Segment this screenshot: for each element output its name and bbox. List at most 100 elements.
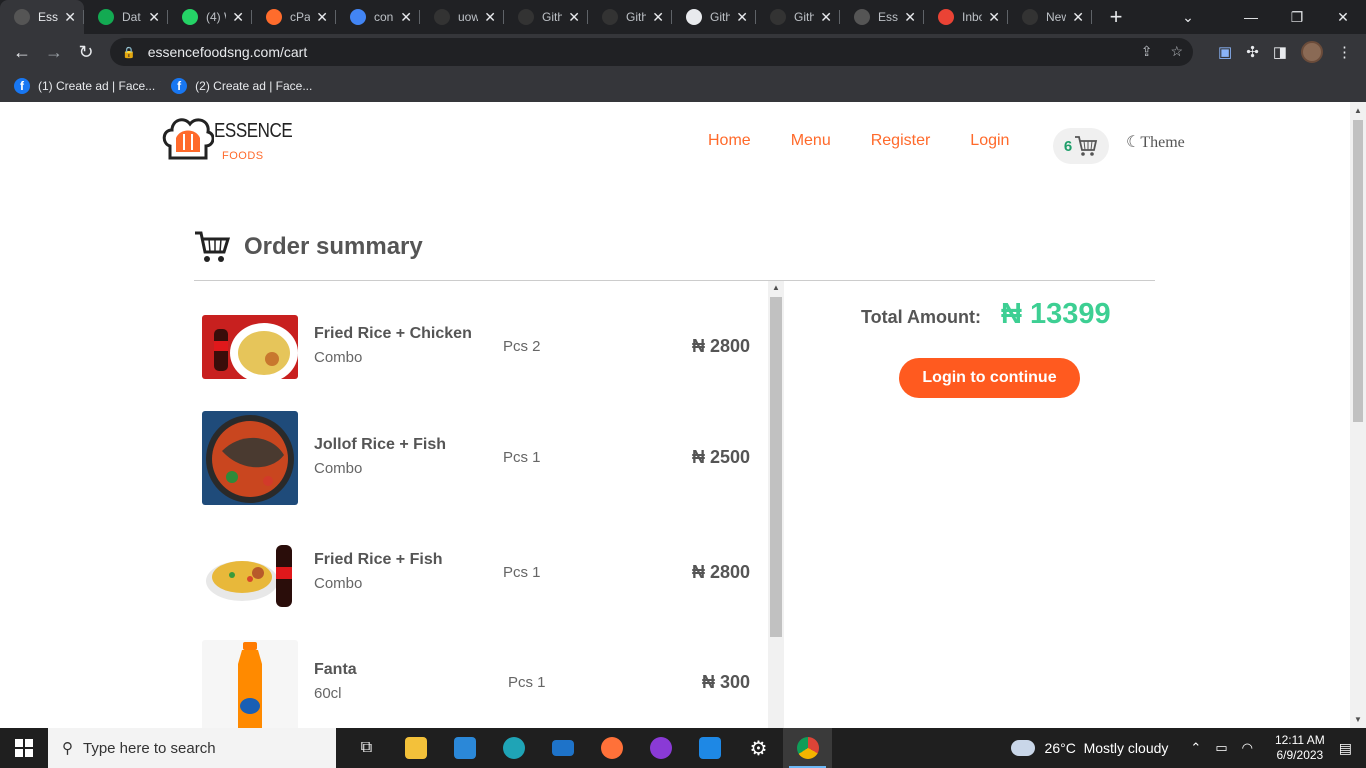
tab-title: con — [374, 10, 394, 24]
vscode-icon[interactable] — [685, 728, 734, 768]
app-icon[interactable] — [636, 728, 685, 768]
tab-close-icon[interactable]: ✕ — [820, 9, 832, 26]
item-price: ₦ 2500 — [691, 447, 750, 467]
item-name: Fanta — [314, 661, 357, 678]
restore-button[interactable]: ❐ — [1274, 9, 1320, 26]
tab-close-icon[interactable]: ✕ — [988, 9, 1000, 26]
url-text: essencefoodsng.com/cart — [147, 44, 308, 60]
chrome-icon[interactable] — [783, 728, 832, 768]
profile-avatar[interactable] — [1301, 41, 1323, 63]
mail-icon[interactable] — [538, 728, 587, 768]
cart-item: Fried Rice + Chicken Combo Pcs 2 ₦ 2800 — [202, 313, 762, 413]
task-view-icon[interactable]: ⧉ — [342, 728, 391, 768]
facebook-icon: f — [171, 78, 188, 94]
bookmark-item[interactable]: f (1) Create ad | Face... — [14, 78, 155, 94]
tab-close-icon[interactable]: ✕ — [484, 9, 496, 26]
clock[interactable]: 12:11 AM 6/9/2023 — [1275, 733, 1325, 763]
browser-tab[interactable]: New ✕ — [1008, 0, 1092, 34]
cart-icon — [1075, 136, 1098, 156]
product-image — [202, 537, 298, 609]
scroll-up-arrow-icon[interactable]: ▲ — [772, 283, 780, 292]
side-panel-icon[interactable]: ◨ — [1273, 43, 1287, 61]
tab-close-icon[interactable]: ✕ — [400, 9, 412, 26]
start-button[interactable] — [0, 728, 48, 768]
browser-tab[interactable]: Dat ✕ — [84, 0, 168, 34]
browser-tab[interactable]: Gith ✕ — [588, 0, 672, 34]
tab-favicon-icon — [350, 9, 366, 25]
tab-close-icon[interactable]: ✕ — [232, 9, 244, 26]
browser-tab[interactable]: (4) W ✕ — [168, 0, 252, 34]
minimize-button[interactable]: — — [1228, 9, 1274, 25]
tab-close-icon[interactable]: ✕ — [148, 9, 160, 26]
tab-favicon-icon — [518, 9, 534, 25]
scrollbar-thumb[interactable] — [770, 297, 782, 637]
notification-icon[interactable]: ▤ — [1339, 740, 1352, 757]
nav-register[interactable]: Register — [871, 132, 931, 150]
page-scrollbar[interactable]: ▲ ▼ — [1350, 102, 1366, 728]
tab-close-icon[interactable]: ✕ — [652, 9, 664, 26]
microsoft-store-icon[interactable] — [440, 728, 489, 768]
bookmark-star-icon[interactable]: ☆ — [1170, 43, 1183, 60]
nav-menu[interactable]: Menu — [791, 132, 831, 150]
cart-item-list[interactable]: Fried Rice + Chicken Combo Pcs 2 ₦ 2800 … — [194, 281, 784, 728]
weather-widget[interactable]: 26°C Mostly cloudy — [1006, 734, 1168, 756]
settings-gear-icon[interactable]: ⚙ — [734, 728, 783, 768]
scroll-down-arrow-icon[interactable]: ▼ — [1354, 715, 1362, 724]
browser-tab[interactable]: Gith ✕ — [672, 0, 756, 34]
lock-icon[interactable]: 🔒 — [122, 46, 136, 59]
close-window-button[interactable]: ✕ — [1320, 9, 1366, 26]
logo-subtitle: FOODS — [222, 150, 264, 162]
firefox-icon[interactable] — [587, 728, 636, 768]
search-icon: ⚲ — [62, 740, 73, 757]
tab-close-icon[interactable]: ✕ — [904, 9, 916, 26]
nav-home[interactable]: Home — [708, 132, 751, 150]
browser-tab[interactable]: Inbo ✕ — [924, 0, 1008, 34]
web-page: ESSENCE FOODS Home Menu Register Login 6… — [0, 102, 1350, 728]
clock-time: 12:11 AM — [1274, 733, 1325, 747]
reload-icon[interactable]: ↻ — [70, 42, 102, 63]
edge-icon[interactable] — [489, 728, 538, 768]
total-amount: Total Amount: ₦ 13399 — [861, 298, 1111, 331]
new-tab-button[interactable]: + — [1102, 4, 1130, 30]
tab-close-icon[interactable]: ✕ — [316, 9, 328, 26]
forward-icon[interactable]: → — [38, 42, 70, 63]
tab-close-icon[interactable]: ✕ — [64, 9, 76, 26]
tab-close-icon[interactable]: ✕ — [1072, 9, 1084, 26]
tab-close-icon[interactable]: ✕ — [736, 9, 748, 26]
nav-login[interactable]: Login — [970, 132, 1009, 150]
bookmark-item[interactable]: f (2) Create ad | Face... — [171, 78, 312, 94]
browser-tab[interactable]: Esse ✕ — [0, 0, 84, 34]
tab-search-icon[interactable]: ⌄ — [1178, 9, 1198, 26]
theme-toggle[interactable]: ☾Theme — [1126, 132, 1185, 152]
scroll-up-arrow-icon[interactable]: ▲ — [1354, 106, 1362, 115]
address-bar[interactable]: 🔒 essencefoodsng.com/cart ⇪ ☆ — [110, 38, 1193, 66]
scrollbar-thumb[interactable] — [1353, 120, 1363, 422]
cart-list-scrollbar[interactable]: ▲ — [768, 281, 784, 728]
extension-icon[interactable]: ▣ — [1218, 43, 1232, 61]
browser-tab[interactable]: Esse ✕ — [840, 0, 924, 34]
browser-tab[interactable]: con ✕ — [336, 0, 420, 34]
puzzle-icon[interactable]: ✣ — [1246, 43, 1259, 61]
wifi-icon[interactable]: ◠ — [1242, 740, 1253, 756]
taskbar-search[interactable]: ⚲ Type here to search — [48, 728, 336, 768]
battery-icon[interactable]: ▭ — [1215, 740, 1227, 756]
back-icon[interactable]: ← — [6, 42, 38, 63]
main-nav: Home Menu Register Login — [708, 132, 1049, 150]
file-explorer-icon[interactable] — [391, 728, 440, 768]
site-logo[interactable]: ESSENCE FOODS — [162, 116, 293, 162]
tab-close-icon[interactable]: ✕ — [568, 9, 580, 26]
facebook-icon: f — [14, 78, 30, 94]
item-variant: Combo — [314, 460, 363, 477]
cart-button[interactable]: 6 — [1053, 128, 1109, 164]
browser-tab[interactable]: Gith ✕ — [504, 0, 588, 34]
chevron-up-icon[interactable]: ⌃ — [1190, 740, 1201, 756]
item-quantity: Pcs 2 — [503, 338, 541, 355]
tab-favicon-icon — [854, 9, 870, 25]
browser-tab[interactable]: uow ✕ — [420, 0, 504, 34]
total-value: ₦ 13399 — [1000, 298, 1111, 330]
browser-tab[interactable]: Gith ✕ — [756, 0, 840, 34]
menu-icon[interactable]: ⋮ — [1337, 43, 1352, 61]
share-icon[interactable]: ⇪ — [1141, 43, 1153, 60]
login-to-continue-button[interactable]: Login to continue — [899, 358, 1080, 398]
browser-tab[interactable]: cPa ✕ — [252, 0, 336, 34]
